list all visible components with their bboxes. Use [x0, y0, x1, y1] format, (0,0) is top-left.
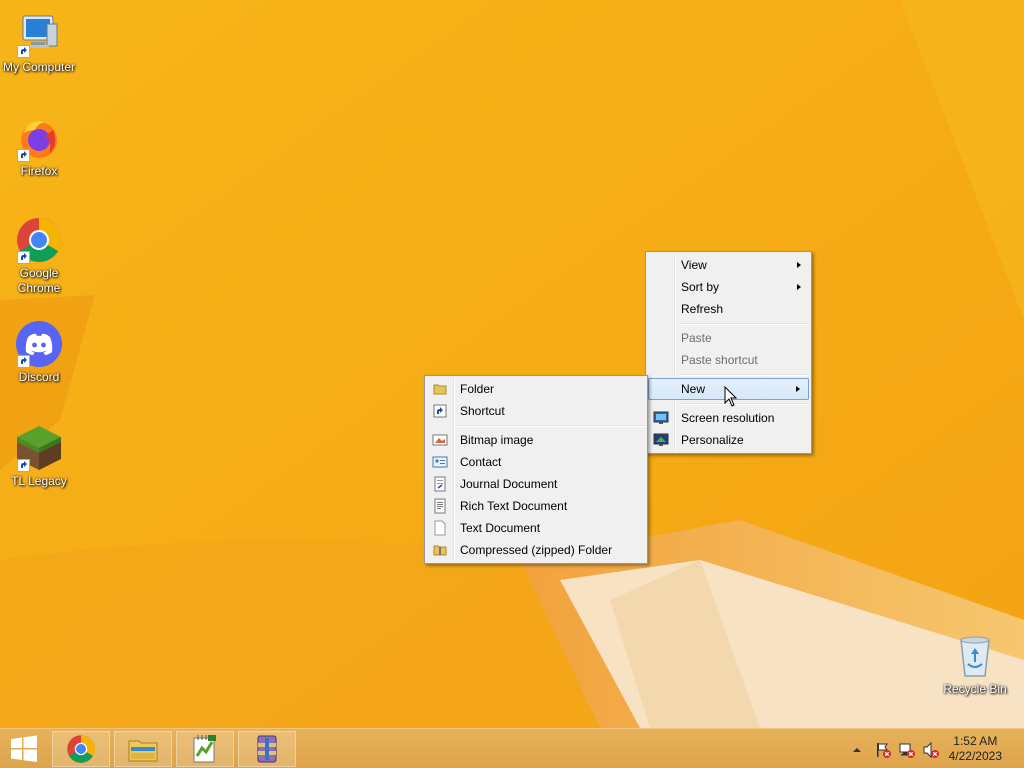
menu-separator: [679, 371, 809, 378]
rich-text-icon: [432, 498, 448, 514]
menu-item-paste-shortcut[interactable]: Paste shortcut: [648, 349, 809, 371]
taskbar-winrar-button[interactable]: [238, 731, 296, 767]
menu-item-label: Rich Text Document: [460, 499, 568, 513]
desktop-icon-tl-legacy[interactable]: TL Legacy: [0, 424, 79, 489]
menu-separator: [679, 320, 809, 327]
menu-item-screen-resolution[interactable]: Screen resolution: [648, 407, 809, 429]
menu-item-label: Sort by: [681, 280, 720, 294]
menu-item-label: Compressed (zipped) Folder: [460, 543, 613, 557]
start-button[interactable]: [0, 731, 48, 767]
new-bitmap-item[interactable]: Bitmap image: [427, 429, 645, 451]
menu-item-label: New: [681, 382, 706, 396]
desktop-icon-recycle-bin[interactable]: Recycle Bin: [935, 632, 1015, 697]
menu-item-label: Text Document: [460, 521, 541, 535]
menu-item-view[interactable]: View: [648, 254, 809, 276]
taskbar: 1:52 AM 4/22/2023: [0, 728, 1024, 768]
menu-item-label: Screen resolution: [681, 411, 775, 425]
desktop-icon-firefox[interactable]: Firefox: [0, 114, 79, 179]
winrar-icon: [257, 735, 277, 763]
desktop-icon-label: TL Legacy: [11, 474, 67, 488]
menu-item-label: Journal Document: [460, 477, 558, 491]
desktop[interactable]: My Computer Firefox Google Chrome Discor…: [0, 0, 1024, 728]
desktop-icon-label: My Computer: [2, 60, 76, 74]
taskbar-chrome-button[interactable]: [52, 731, 110, 767]
shortcut-arrow-icon: [17, 459, 30, 472]
shortcut-arrow-icon: [17, 149, 30, 162]
submenu-arrow-icon: [797, 284, 801, 290]
menu-item-label: Paste shortcut: [681, 353, 758, 367]
desktop-icon-label: Firefox: [20, 164, 58, 178]
desktop-icon-discord[interactable]: Discord: [0, 320, 79, 385]
desktop-icon-label: Google Chrome: [17, 266, 61, 295]
screen-resolution-icon: [653, 410, 669, 426]
desktop-icon-google-chrome[interactable]: Google Chrome: [0, 216, 79, 296]
chrome-icon: [67, 735, 95, 763]
system-clock[interactable]: 1:52 AM 4/22/2023: [949, 734, 1002, 764]
desktop-context-menu: View Sort by Refresh Paste Paste shortcu…: [645, 251, 812, 454]
menu-item-refresh[interactable]: Refresh: [648, 298, 809, 320]
shortcut-icon: [432, 403, 448, 419]
show-hidden-icons-icon[interactable]: [851, 745, 863, 755]
new-submenu: Folder Shortcut Bitmap image Contact Jou…: [424, 375, 648, 564]
desktop-icon-label: Recycle Bin: [943, 682, 1007, 696]
taskbar-notepad-plus-plus-button[interactable]: [176, 731, 234, 767]
menu-item-label: Paste: [681, 331, 712, 345]
notepad-plus-plus-icon: [193, 735, 216, 763]
network-icon[interactable]: [898, 741, 916, 759]
wallpaper: [0, 0, 1024, 728]
menu-separator: [679, 400, 809, 407]
menu-item-label: Folder: [460, 382, 495, 396]
mouse-cursor-icon: [724, 386, 738, 407]
menu-separator: [458, 422, 645, 429]
shortcut-arrow-icon: [17, 45, 30, 58]
action-center-flag-icon[interactable]: [874, 741, 892, 759]
menu-item-label: Personalize: [681, 433, 744, 447]
folder-icon: [432, 381, 448, 397]
menu-item-label: Bitmap image: [460, 433, 534, 447]
menu-item-label: Contact: [460, 455, 502, 469]
shortcut-arrow-icon: [17, 251, 30, 264]
personalize-icon: [653, 432, 669, 448]
desktop-icon-label: Discord: [18, 370, 60, 384]
menu-item-label: Shortcut: [460, 404, 505, 418]
volume-muted-icon[interactable]: [922, 741, 940, 759]
new-shortcut-item[interactable]: Shortcut: [427, 400, 645, 422]
submenu-arrow-icon: [796, 386, 800, 392]
contact-icon: [432, 454, 448, 470]
text-document-icon: [432, 520, 448, 536]
menu-item-label: View: [681, 258, 707, 272]
clock-date: 4/22/2023: [948, 749, 1002, 763]
new-zip-folder-item[interactable]: Compressed (zipped) Folder: [427, 539, 645, 561]
new-journal-item[interactable]: Journal Document: [427, 473, 645, 495]
menu-item-paste[interactable]: Paste: [648, 327, 809, 349]
zip-folder-icon: [432, 542, 448, 558]
shortcut-arrow-icon: [17, 355, 30, 368]
new-rich-text-item[interactable]: Rich Text Document: [427, 495, 645, 517]
new-folder-item[interactable]: Folder: [427, 378, 645, 400]
clock-time: 1:52 AM: [953, 734, 998, 748]
file-explorer-icon: [128, 740, 158, 762]
recycle-bin-icon: [960, 636, 990, 677]
submenu-arrow-icon: [797, 262, 801, 268]
desktop-icon-my-computer[interactable]: My Computer: [0, 10, 79, 75]
new-text-document-item[interactable]: Text Document: [427, 517, 645, 539]
new-contact-item[interactable]: Contact: [427, 451, 645, 473]
bitmap-icon: [432, 432, 448, 448]
taskbar-file-explorer-button[interactable]: [114, 731, 172, 767]
menu-item-personalize[interactable]: Personalize: [648, 429, 809, 451]
menu-item-sort-by[interactable]: Sort by: [648, 276, 809, 298]
windows-logo-icon: [11, 735, 37, 762]
menu-item-label: Refresh: [681, 302, 724, 316]
journal-icon: [432, 476, 448, 492]
